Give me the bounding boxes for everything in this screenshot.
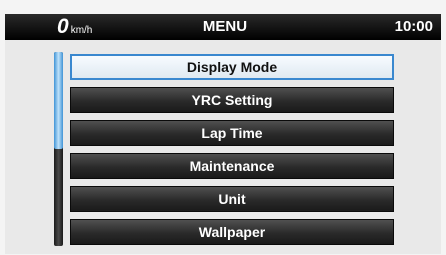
menu-list: Display Mode YRC Setting Lap Time Mainte… (70, 54, 394, 252)
speedometer-readout: 0 km/h (57, 15, 92, 43)
menu-item-lap-time[interactable]: Lap Time (70, 120, 394, 146)
speed-unit: km/h (70, 25, 93, 36)
display-screen: 0 km/h MENU 10:00 Display Mode YRC Settin… (5, 14, 441, 254)
menu-item-display-mode[interactable]: Display Mode (70, 54, 394, 80)
menu-item-unit[interactable]: Unit (70, 186, 394, 212)
speed-value: 0 (57, 15, 69, 38)
clock: 10:00 (394, 18, 433, 35)
scrollbar-thumb[interactable] (54, 52, 63, 149)
scrollbar[interactable] (54, 52, 63, 246)
menu-item-yrc-setting[interactable]: YRC Setting (70, 87, 394, 113)
menu-item-wallpaper[interactable]: Wallpaper (70, 219, 394, 245)
status-bar: 0 km/h MENU 10:00 (5, 14, 441, 40)
menu-item-maintenance[interactable]: Maintenance (70, 153, 394, 179)
page-title: MENU (202, 18, 248, 35)
